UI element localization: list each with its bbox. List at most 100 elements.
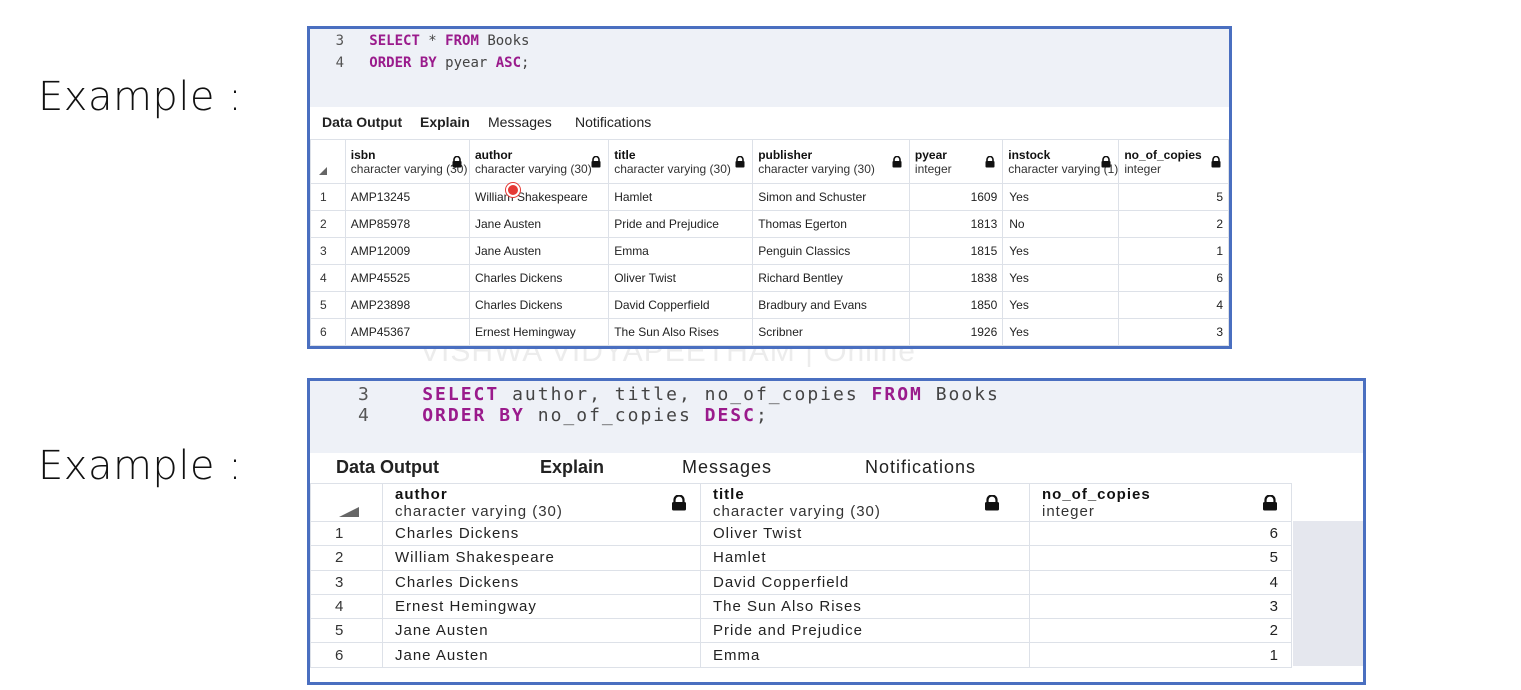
column-header-isbn[interactable]: isbn character varying (30) xyxy=(344,139,471,184)
table-cell[interactable]: 2 xyxy=(1118,210,1229,238)
table-cell[interactable]: David Copperfield xyxy=(608,291,754,319)
tab-messages[interactable]: Messages xyxy=(488,114,552,130)
table-cell[interactable]: 1838 xyxy=(908,264,1004,292)
column-header-pyear[interactable]: pyear integer xyxy=(908,139,1004,184)
table-cell[interactable]: 1 xyxy=(1118,237,1229,265)
lock-icon xyxy=(1210,155,1222,168)
table-cell[interactable]: Simon and Schuster xyxy=(752,183,910,211)
table-row[interactable]: 2 AMP85978 Jane Austen Pride and Prejudice T… xyxy=(310,210,1229,238)
table-cell[interactable]: 1609 xyxy=(908,183,1004,211)
table-cell[interactable]: The Sun Also Rises xyxy=(700,593,1030,620)
table-cell[interactable]: Hamlet xyxy=(608,183,754,211)
table-row[interactable]: 6 AMP45367 Ernest Hemingway The Sun Also Ri… xyxy=(310,318,1229,346)
table-cell[interactable]: Yes xyxy=(1002,237,1120,265)
table-cell[interactable]: Bradbury and Evans xyxy=(752,291,910,319)
code-line-4: 4 ORDER BY pyear ASC; xyxy=(330,55,530,71)
table-cell[interactable]: Yes xyxy=(1002,264,1120,292)
table-row[interactable]: 1 Charles Dickens Oliver Twist 6 xyxy=(310,520,1292,547)
table-cell[interactable]: 1926 xyxy=(908,318,1004,346)
table-cell[interactable]: 4 xyxy=(1029,569,1292,595)
row-number: 6 xyxy=(310,318,346,346)
sql-editor-1[interactable]: 3 SELECT * FROM Books 4 ORDER BY pyear A… xyxy=(310,29,1229,107)
table-cell[interactable]: 1850 xyxy=(908,291,1004,319)
table-row[interactable]: 5 AMP23898 Charles Dickens David Copperfiel… xyxy=(310,291,1229,319)
table-row[interactable]: 4 AMP45525 Charles Dickens Oliver Twist Rich… xyxy=(310,264,1229,292)
table-cell[interactable]: Hamlet xyxy=(700,545,1030,571)
table-cell[interactable]: 6 xyxy=(1118,264,1229,292)
column-header-no-of-copies[interactable]: no_of_copies integer xyxy=(1118,139,1229,184)
table-cell[interactable]: 3 xyxy=(1118,318,1229,346)
table-cell[interactable]: Jane Austen xyxy=(468,210,610,238)
column-header-author[interactable]: author character varying (30) xyxy=(468,139,610,184)
table-cell[interactable]: Charles Dickens xyxy=(468,264,610,292)
sql-editor-2[interactable]: 3 SELECT author, title, no_of_copies FRO… xyxy=(310,381,1363,453)
table-cell[interactable]: Pride and Prejudice xyxy=(608,210,754,238)
column-header-instock[interactable]: instock character varying (1) xyxy=(1002,139,1120,184)
table-cell[interactable]: AMP23898 xyxy=(344,291,471,319)
tab-notifications[interactable]: Notifications xyxy=(575,114,651,130)
table-cell[interactable]: AMP12009 xyxy=(344,237,471,265)
tab-messages[interactable]: Messages xyxy=(682,457,772,478)
table-row[interactable]: 2 William Shakespeare Hamlet 5 xyxy=(310,545,1292,571)
table-cell[interactable]: Charles Dickens xyxy=(468,291,610,319)
table-cell[interactable]: The Sun Also Rises xyxy=(608,318,754,346)
table-cell[interactable]: No xyxy=(1002,210,1120,238)
table-cell[interactable]: 4 xyxy=(1118,291,1229,319)
table-cell[interactable]: Emma xyxy=(700,642,1030,668)
code-text: * xyxy=(419,33,446,49)
table-cell[interactable]: 5 xyxy=(1029,545,1292,571)
table-cell[interactable]: 1815 xyxy=(908,237,1004,265)
table-cell[interactable]: Thomas Egerton xyxy=(752,210,910,238)
table-row[interactable]: 1 AMP13245 William Shakespeare Hamlet Simon … xyxy=(310,183,1229,211)
column-header-no-of-copies[interactable]: no_of_copies integer xyxy=(1029,483,1292,522)
tab-data-output[interactable]: Data Output xyxy=(322,114,402,130)
table-cell[interactable]: 3 xyxy=(1029,593,1292,620)
table-cell[interactable]: Charles Dickens xyxy=(382,569,701,595)
table-row[interactable]: 6 Jane Austen Emma 1 xyxy=(310,642,1292,668)
table-cell[interactable]: David Copperfield xyxy=(700,569,1030,595)
table-row[interactable]: 3 AMP12009 Jane Austen Emma Penguin Classics… xyxy=(310,237,1229,265)
table-cell[interactable]: Jane Austen xyxy=(382,618,701,644)
table-cell[interactable]: Yes xyxy=(1002,318,1120,346)
table-cell[interactable]: 2 xyxy=(1029,618,1292,644)
table-cell[interactable]: Richard Bentley xyxy=(752,264,910,292)
table-row[interactable]: 4 Ernest Hemingway The Sun Also Rises 3 xyxy=(310,593,1292,620)
table-cell[interactable]: Jane Austen xyxy=(382,642,701,668)
table-cell[interactable]: Jane Austen xyxy=(468,237,610,265)
table-cell[interactable]: William Shakespeare xyxy=(382,545,701,571)
table-cell[interactable]: Emma xyxy=(608,237,754,265)
column-header-title[interactable]: title character varying (30) xyxy=(608,139,754,184)
table-row[interactable]: 3 Charles Dickens David Copperfield 4 xyxy=(310,569,1292,595)
tab-explain[interactable]: Explain xyxy=(540,457,604,478)
table-cell[interactable]: AMP85978 xyxy=(344,210,471,238)
table-cell[interactable]: Pride and Prejudice xyxy=(700,618,1030,644)
table-cell[interactable]: 5 xyxy=(1118,183,1229,211)
tab-explain[interactable]: Explain xyxy=(420,114,470,130)
table-cell[interactable]: 1 xyxy=(1029,642,1292,668)
keyword-asc: ASC xyxy=(495,55,522,71)
column-header-author[interactable]: author character varying (30) xyxy=(382,483,701,522)
column-header-publisher[interactable]: publisher character varying (30) xyxy=(752,139,910,184)
table-row[interactable]: 5 Jane Austen Pride and Prejudice 2 xyxy=(310,618,1292,644)
table-cell[interactable]: William Shakespeare xyxy=(468,183,610,211)
table-cell[interactable]: AMP45525 xyxy=(344,264,471,292)
row-number: 5 xyxy=(310,618,383,644)
table-cell[interactable]: Ernest Hemingway xyxy=(468,318,610,346)
query-panel-2: 3 SELECT author, title, no_of_copies FRO… xyxy=(307,378,1366,685)
table-cell[interactable]: Penguin Classics xyxy=(752,237,910,265)
table-cell[interactable]: Charles Dickens xyxy=(382,520,701,547)
table-cell[interactable]: Scribner xyxy=(752,318,910,346)
column-header-title[interactable]: title character varying (30) xyxy=(700,483,1030,522)
table-cell[interactable]: Yes xyxy=(1002,291,1120,319)
tab-data-output[interactable]: Data Output xyxy=(336,457,439,478)
table-cell[interactable]: AMP13245 xyxy=(344,183,471,211)
code-text: pyear xyxy=(436,55,496,71)
table-cell[interactable]: 6 xyxy=(1029,520,1292,547)
table-cell[interactable]: Ernest Hemingway xyxy=(382,593,701,620)
tab-notifications[interactable]: Notifications xyxy=(865,457,976,478)
table-cell[interactable]: Yes xyxy=(1002,183,1120,211)
table-cell[interactable]: Oliver Twist xyxy=(608,264,754,292)
table-cell[interactable]: AMP45367 xyxy=(344,318,471,346)
table-cell[interactable]: 1813 xyxy=(908,210,1004,238)
table-cell[interactable]: Oliver Twist xyxy=(700,520,1030,547)
